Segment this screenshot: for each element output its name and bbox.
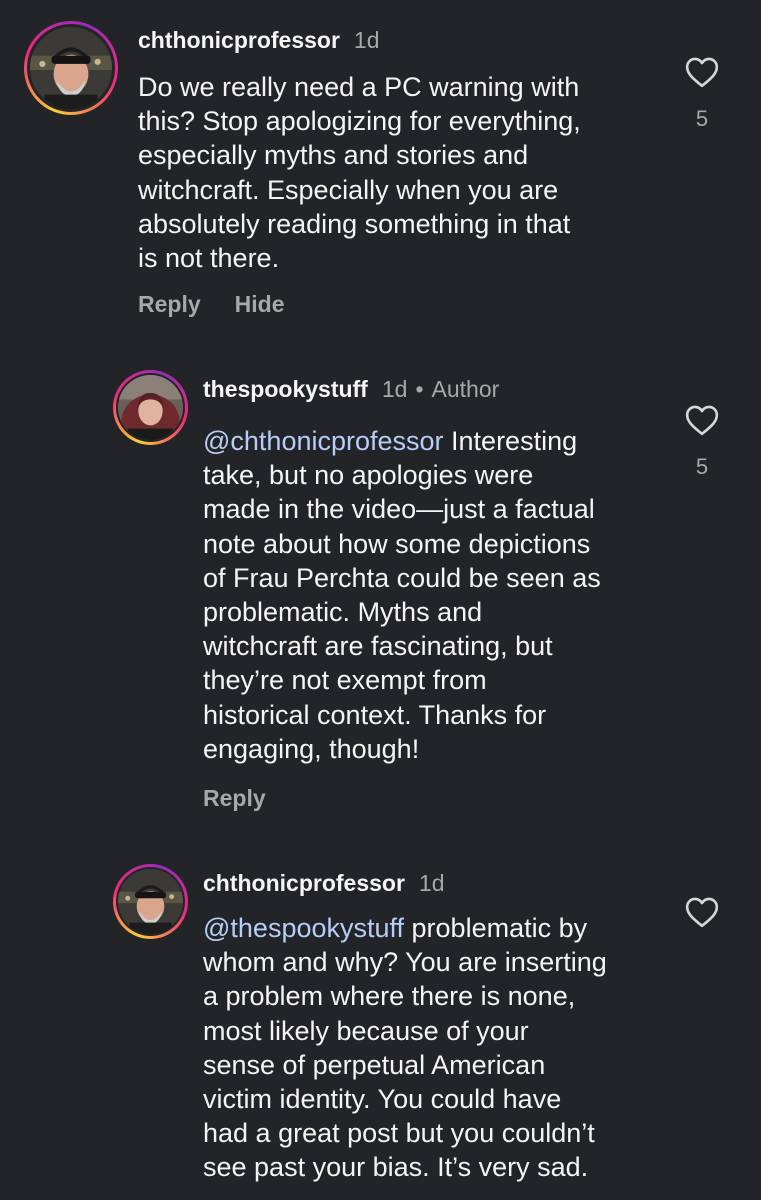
- comment-actions: Reply: [203, 785, 266, 812]
- comment-text: @chthonicprofessor Interesting take, but…: [203, 424, 663, 766]
- comment-text-body: problematic by whom and why? You are ins…: [203, 913, 607, 1183]
- timestamp: 1d: [381, 376, 408, 402]
- user-photo-icon: [30, 27, 112, 109]
- username[interactable]: chthonicprofessor: [138, 27, 340, 54]
- like-button[interactable]: [682, 896, 722, 928]
- heart-outline-icon[interactable]: [684, 404, 720, 436]
- like-count: 5: [695, 454, 709, 479]
- comment: chthonicprofessor 1d @thespookystuff pro…: [0, 840, 761, 1200]
- like-button[interactable]: 5: [682, 56, 722, 132]
- comment-actions: Reply Hide: [138, 291, 284, 318]
- like-button[interactable]: 5: [682, 404, 722, 480]
- author-badge: Author: [431, 376, 500, 402]
- avatar[interactable]: [113, 370, 188, 445]
- comment-text-body: Interesting take, but no apologies were …: [203, 426, 601, 764]
- username[interactable]: thespookystuff: [203, 376, 368, 403]
- heart-outline-icon[interactable]: [684, 896, 720, 928]
- user-photo-icon: [118, 375, 183, 440]
- like-count: 5: [695, 106, 709, 131]
- reply-button[interactable]: Reply: [203, 785, 266, 812]
- comment-text: Do we really need a PC warning with this…: [138, 72, 581, 274]
- comment-text: @thespookystuff problematic by whom and …: [203, 911, 673, 1185]
- timestamp: 1d: [418, 870, 445, 896]
- timestamp: 1d: [353, 27, 380, 53]
- comment: chthonicprofessor 1d Do we really need a…: [0, 0, 761, 340]
- avatar[interactable]: [24, 21, 118, 115]
- comment-header: chthonicprofessor 1d: [138, 27, 380, 54]
- comment-header: thespookystuff 1d • Author: [203, 376, 499, 403]
- heart-outline-icon[interactable]: [684, 56, 720, 88]
- mention-link[interactable]: @chthonicprofessor: [203, 426, 444, 456]
- user-photo-icon: [118, 869, 183, 934]
- comment: thespookystuff 1d • Author @chthonicprof…: [0, 340, 761, 840]
- comment-header: chthonicprofessor 1d: [203, 870, 445, 897]
- username[interactable]: chthonicprofessor: [203, 870, 405, 897]
- hide-button[interactable]: Hide: [235, 291, 285, 318]
- reply-button[interactable]: Reply: [138, 291, 201, 318]
- mention-link[interactable]: @thespookystuff: [203, 913, 404, 943]
- avatar[interactable]: [113, 864, 188, 939]
- separator-dot: •: [415, 376, 424, 402]
